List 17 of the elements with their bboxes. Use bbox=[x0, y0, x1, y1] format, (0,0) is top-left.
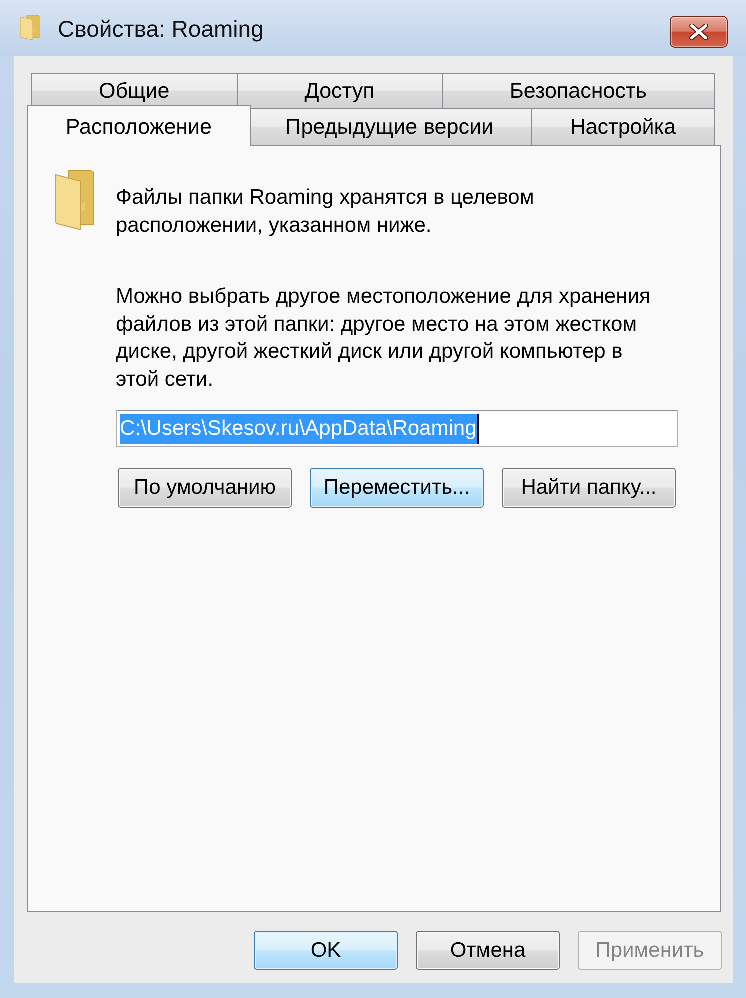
close-icon bbox=[689, 24, 709, 40]
folder-icon bbox=[55, 170, 95, 232]
tab[interactable]: Расположение bbox=[27, 105, 251, 146]
move-button[interactable]: Переместить... bbox=[310, 468, 484, 508]
window-title: Свойства: Roaming bbox=[58, 16, 265, 42]
tab[interactable]: Настройка bbox=[531, 108, 715, 145]
restore-default-button[interactable]: По умолчанию bbox=[118, 468, 292, 508]
tab[interactable]: Безопасность bbox=[442, 73, 715, 108]
tab[interactable]: Доступ bbox=[236, 73, 443, 108]
close-button[interactable] bbox=[670, 16, 728, 48]
ok-button[interactable]: OK bbox=[254, 931, 398, 970]
find-folder-button[interactable]: Найти папку... bbox=[502, 468, 676, 508]
hint-text: Можно выбрать другое местоположение для хранения файлов из этой папки: другое место на этом жестком диске, другой жесткий диск или другой компьютер в этой сети. bbox=[116, 284, 652, 392]
cancel-button[interactable]: Отмена bbox=[416, 931, 560, 970]
intro-text: Файлы папки Roaming хранятся в целевом расположении, указанном ниже. bbox=[116, 185, 536, 238]
tab[interactable]: Общие bbox=[31, 73, 238, 108]
folder-icon bbox=[20, 15, 40, 41]
